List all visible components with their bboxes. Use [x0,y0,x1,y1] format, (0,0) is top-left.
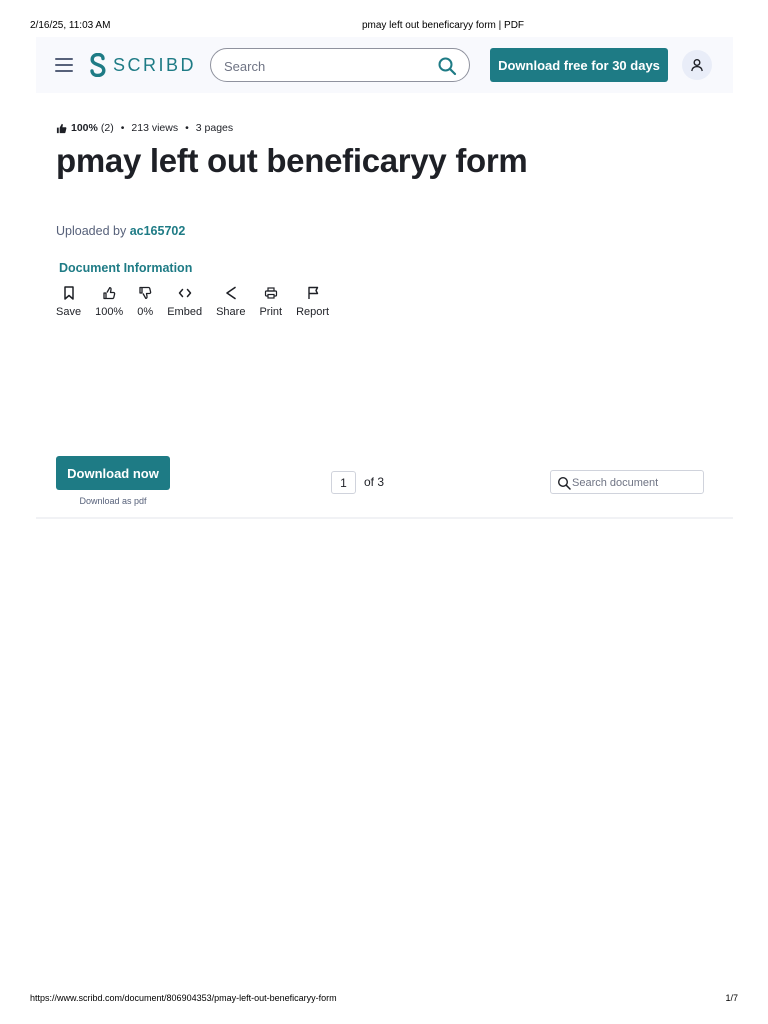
search-input[interactable] [224,56,424,76]
logo-text: SCRIBD [113,54,197,75]
download-format-note: Download as pdf [79,496,147,506]
thumbs-down-icon [137,285,153,301]
site-header: SCRIBD Download free for 30 days [36,37,733,93]
scribd-logo[interactable]: SCRIBD [89,52,196,78]
upvote-label: 100% [95,306,124,318]
download-free-trial-button[interactable]: Download free for 30 days [490,48,668,82]
document-title: pmay left out beneficaryy form [56,142,528,179]
share-label: Share [216,306,246,318]
print-label: Print [259,306,283,318]
search-icon [557,476,571,490]
print-page-number: 1/7 [725,993,738,1003]
scribd-logo-icon [90,53,106,77]
document-search-box [550,470,704,494]
rating-percent: 100% [71,122,98,134]
share-button[interactable]: Share [216,285,245,318]
code-icon [177,285,193,301]
meta-separator: • [185,122,189,134]
print-button[interactable]: Print [259,285,282,318]
embed-label: Embed [167,306,203,318]
uploaded-by: Uploaded by ac165702 [56,224,185,238]
uploaded-by-label: Uploaded by [56,224,127,238]
document-information-link[interactable]: Document Information [59,261,192,275]
meta-separator: • [120,122,125,134]
search-box [210,48,470,82]
download-now-button[interactable]: Download now [56,456,170,490]
share-icon [223,285,239,301]
page-total: of 3 [364,475,385,489]
thumbs-up-icon [101,285,117,301]
document-actions: Save 100% 0% Embed Share Print Report [56,285,343,318]
print-title: pmay left out beneficaryy form | PDF [361,20,525,31]
rating-count: (2) [100,122,114,134]
save-button[interactable]: Save [56,285,81,318]
page-count: 3 pages [195,122,234,134]
flag-icon [305,285,321,301]
downvote-button[interactable]: 0% [137,285,153,318]
user-account-button[interactable] [682,50,712,80]
print-url: https://www.scribd.com/document/80690435… [30,993,337,1003]
save-label: Save [56,306,82,318]
menu-icon[interactable] [55,58,73,72]
downvote-label: 0% [137,306,154,318]
printer-icon [263,285,279,301]
view-count: 213 views [131,122,179,134]
search-icon[interactable] [437,56,457,76]
page-number-input[interactable] [331,471,356,494]
bookmark-icon [61,285,77,301]
report-button[interactable]: Report [296,285,329,318]
report-label: Report [296,306,330,318]
document-meta: 100% (2) • 213 views • 3 pages [56,122,233,134]
user-icon [691,59,703,72]
uploader-link[interactable]: ac165702 [130,224,186,238]
embed-button[interactable]: Embed [167,285,202,318]
upvote-button[interactable]: 100% [95,285,123,318]
page: 2/16/25, 11:03 AM pmay left out benefica… [0,0,768,1024]
document-search-input[interactable] [572,474,700,491]
section-divider [36,517,733,519]
thumbs-up-filled-icon [56,123,67,133]
